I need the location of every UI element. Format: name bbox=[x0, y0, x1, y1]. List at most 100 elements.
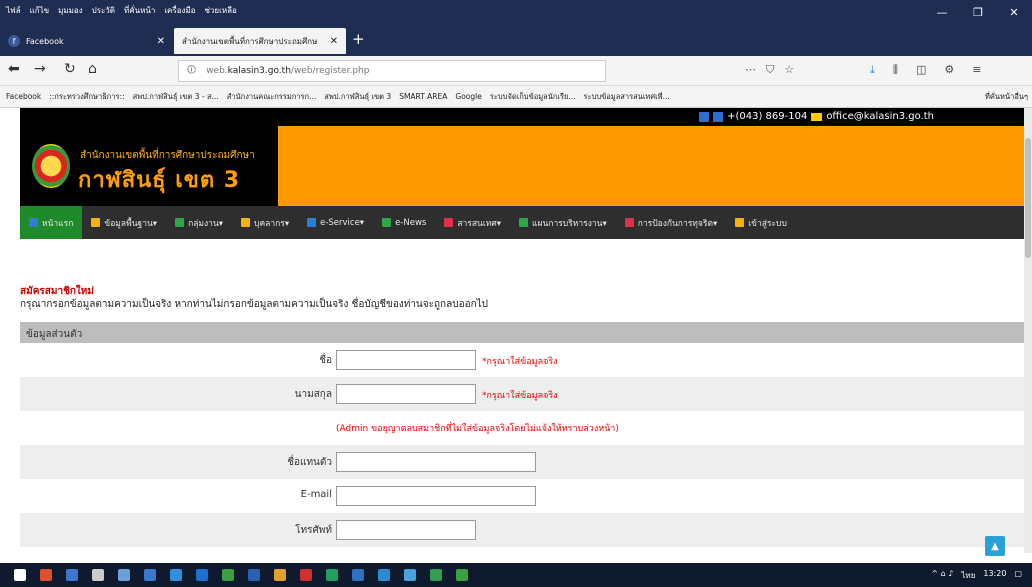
close-tab-icon[interactable]: ✕ bbox=[330, 36, 338, 47]
nav-anti-corruption[interactable]: การป้องกันการทุจริต▾ bbox=[616, 206, 727, 239]
forward-icon[interactable]: → bbox=[34, 61, 46, 77]
user-icon bbox=[241, 218, 251, 227]
maximize-icon[interactable]: ❐ bbox=[960, 0, 996, 24]
info-icon bbox=[444, 218, 454, 227]
app-icon[interactable] bbox=[430, 569, 442, 581]
app-icon[interactable] bbox=[378, 569, 390, 581]
row-nickname: ชื่อแทนตัว bbox=[20, 445, 1024, 479]
close-window-icon[interactable]: ✕ bbox=[996, 0, 1032, 24]
tab-facebook[interactable]: f Facebook ✕ bbox=[0, 28, 173, 54]
home-icon[interactable]: ⌂ bbox=[88, 61, 97, 77]
facebook-icon[interactable] bbox=[699, 111, 710, 122]
url-actions: ⋯ ⛉ ☆ bbox=[745, 63, 794, 77]
contact-email[interactable]: office@kalasin3.go.th bbox=[826, 111, 934, 122]
menu-history[interactable]: ประวัติ bbox=[92, 4, 115, 17]
tab-register[interactable]: สำนักงานเขตพื้นที่การศึกษาประถมศึกษ ✕ bbox=[174, 28, 346, 54]
start-icon[interactable] bbox=[14, 569, 26, 581]
row-admin-warning: (Admin ขอยุญาตลบสมาชิกที่ไม่ใส่ข้อมูลจริ… bbox=[20, 411, 1024, 445]
more-icon[interactable]: ⋯ bbox=[745, 63, 756, 77]
nav-login[interactable]: เข้าสู่ระบบ bbox=[726, 206, 796, 239]
app-icon[interactable] bbox=[144, 569, 156, 581]
last-name-label: นามสกุล bbox=[294, 389, 332, 400]
nav-plan[interactable]: แผนการบริหารงาน▾ bbox=[510, 206, 616, 239]
app-icon[interactable] bbox=[404, 569, 416, 581]
app-icon[interactable] bbox=[196, 569, 208, 581]
menu-file[interactable]: ไฟล์ bbox=[6, 4, 21, 17]
nav-groups[interactable]: กลุ่มงาน▾ bbox=[166, 206, 232, 239]
pocket-icon[interactable]: ⛉ bbox=[766, 63, 774, 77]
menu-edit[interactable]: แก้ไข bbox=[30, 4, 50, 17]
scroll-to-top-button[interactable]: ▲ bbox=[985, 536, 1005, 556]
bookmark-item[interactable]: สพป.กาฬสินธุ์ เขต 3 - ส... bbox=[133, 91, 219, 103]
app-icon[interactable] bbox=[170, 569, 182, 581]
new-tab-icon[interactable]: + bbox=[352, 30, 365, 48]
nav-label: ข้อมูลพื้นฐาน▾ bbox=[104, 218, 158, 229]
nav-label: การป้องกันการทุจริต▾ bbox=[637, 218, 718, 229]
scrollbar-thumb[interactable] bbox=[1025, 138, 1031, 258]
nav-label: e-Service▾ bbox=[320, 217, 365, 228]
app-icon[interactable] bbox=[274, 569, 286, 581]
nav-label: หน้าแรก bbox=[42, 218, 74, 229]
bookmark-item[interactable]: Facebook bbox=[6, 92, 41, 101]
sidebar-icon[interactable]: ◫ bbox=[916, 63, 926, 77]
menu-help[interactable]: ช่วยเหลือ bbox=[204, 4, 236, 17]
app-icon[interactable] bbox=[66, 569, 78, 581]
menu-view[interactable]: มุมมอง bbox=[58, 4, 83, 17]
app-icon[interactable] bbox=[248, 569, 260, 581]
close-tab-icon[interactable]: ✕ bbox=[157, 36, 165, 47]
minimize-icon[interactable]: — bbox=[924, 0, 960, 24]
app-icon[interactable] bbox=[40, 569, 52, 581]
nav-e-service[interactable]: e-Service▾ bbox=[298, 206, 373, 239]
app-icon[interactable] bbox=[456, 569, 468, 581]
app-icon[interactable] bbox=[352, 569, 364, 581]
nav-label: e-News bbox=[395, 217, 427, 228]
back-icon[interactable]: ⬅ bbox=[8, 61, 20, 77]
star-icon[interactable]: ☆ bbox=[784, 63, 794, 77]
first-name-input[interactable] bbox=[336, 350, 476, 370]
nav-e-news[interactable]: e-News bbox=[373, 206, 435, 239]
nav-information[interactable]: สารสนเทศ▾ bbox=[435, 206, 510, 239]
menu-bookmarks[interactable]: ที่คั่นหน้า bbox=[124, 4, 155, 17]
notification-icon[interactable]: ▢ bbox=[1014, 569, 1022, 582]
other-bookmarks[interactable]: ที่คั่นหน้าอื่นๆ bbox=[985, 91, 1028, 103]
app-icon[interactable] bbox=[92, 569, 104, 581]
menu-icon[interactable]: ≡ bbox=[972, 63, 981, 77]
extension-icon[interactable]: ⚙ bbox=[944, 63, 954, 77]
app-icon[interactable] bbox=[222, 569, 234, 581]
input-language[interactable]: ไทย bbox=[961, 569, 975, 582]
bookmark-item[interactable]: ระบบจัดเก็บข้อมูลนักเรีย... bbox=[490, 91, 576, 103]
tray-icons[interactable]: ^ ⌂ ♪ bbox=[931, 569, 953, 582]
logo-block[interactable]: สำนักงานเขตพื้นที่การศึกษาประถมศึกษา กาฬ… bbox=[20, 126, 278, 206]
bookmark-item[interactable]: สพป.กาฬสินธุ์ เขต 3 bbox=[324, 91, 391, 103]
download-icon[interactable]: ⤓ bbox=[870, 63, 875, 77]
phone-input[interactable] bbox=[336, 520, 476, 540]
book-icon bbox=[175, 218, 185, 227]
facebook-icon: f bbox=[8, 35, 20, 47]
bookmark-item[interactable]: ระบบข้อมูลสารสนเทศเพื่... bbox=[584, 91, 670, 103]
fire-icon bbox=[624, 218, 634, 227]
page-scrollbar[interactable] bbox=[1024, 108, 1032, 553]
bookmark-item[interactable]: สำนักงานคณะกรรมการก... bbox=[227, 91, 316, 103]
url-host: kalasin3.go.th bbox=[227, 66, 291, 76]
library-icon[interactable]: ⫼ bbox=[893, 63, 898, 77]
admin-warning: (Admin ขอยุญาตลบสมาชิกที่ไม่ใส่ข้อมูลจริ… bbox=[336, 424, 619, 434]
nickname-input[interactable] bbox=[336, 452, 536, 472]
nav-personnel[interactable]: บุคลากร▾ bbox=[232, 206, 298, 239]
menu-tools[interactable]: เครื่องมือ bbox=[164, 4, 195, 17]
reload-icon[interactable]: ↻ bbox=[64, 61, 76, 77]
email-input[interactable] bbox=[336, 486, 536, 506]
app-icon[interactable] bbox=[300, 569, 312, 581]
district-name: กาฬสินธุ์ เขต 3 bbox=[78, 168, 241, 193]
url-bar[interactable]: 🛈 web. kalasin3.go.th/web/register.php bbox=[178, 60, 606, 82]
clock[interactable]: 13:20 bbox=[983, 569, 1006, 582]
last-name-input[interactable] bbox=[336, 384, 476, 404]
nav-basic-info[interactable]: ข้อมูลพื้นฐาน▾ bbox=[82, 206, 166, 239]
app-icon[interactable] bbox=[326, 569, 338, 581]
bookmark-item[interactable]: ::กระทรวงศึกษาธิการ:: bbox=[49, 91, 124, 103]
tab-label: สำนักงานเขตพื้นที่การศึกษาประถมศึกษ bbox=[182, 36, 318, 46]
app-icon[interactable] bbox=[118, 569, 130, 581]
bookmark-item[interactable]: SMART AREA bbox=[399, 92, 447, 101]
bookmark-item[interactable]: Google bbox=[455, 92, 481, 101]
contact-info: +(043) 869-104 office@kalasin3.go.th bbox=[699, 111, 934, 122]
nav-home[interactable]: หน้าแรก bbox=[20, 206, 83, 239]
